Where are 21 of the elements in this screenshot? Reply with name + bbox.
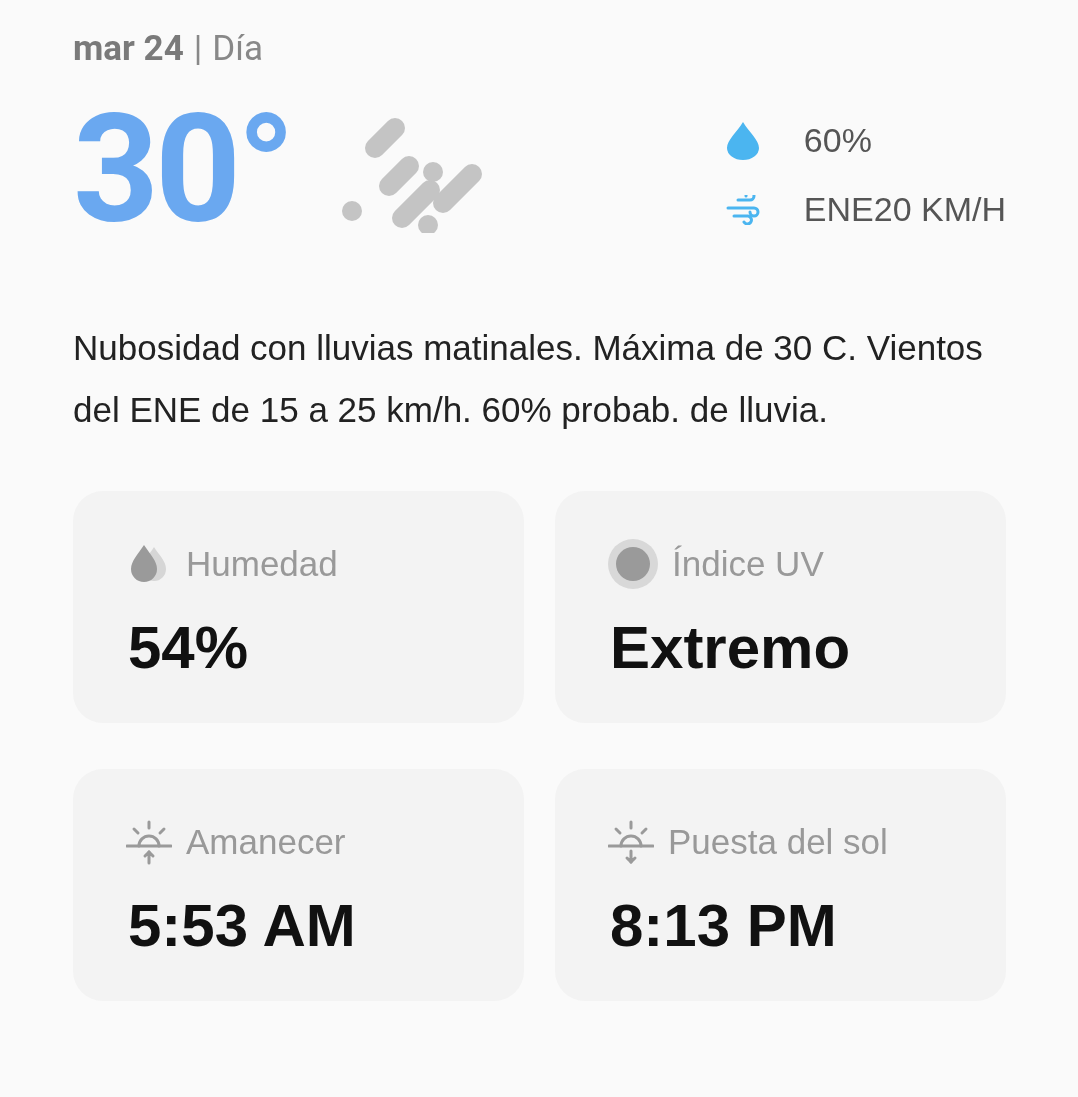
temperature: 30° [73, 95, 292, 245]
card-label: Índice UV [672, 544, 824, 584]
card-value: 54% [128, 613, 250, 682]
sunset-icon [608, 819, 654, 865]
rain-icon [341, 117, 482, 233]
separator: | [193, 28, 203, 69]
card-label: Humedad [186, 544, 338, 584]
sunrise-icon [126, 819, 172, 865]
forecast-description: Nubosidad con lluvias matinales. Máxima de 30 C. Vientos del ENE de 15 a 25 km/h. 60% probab. de lluvia. [73, 327, 984, 431]
period-label: Día [212, 28, 263, 69]
card-value: 8:13 PM [610, 891, 838, 960]
date-label: mar 24 [73, 28, 184, 69]
wind-icon [725, 194, 760, 225]
wind-value: ENE20 KM/H [803, 190, 1006, 229]
card-label: Puesta del sol [668, 822, 888, 862]
card-value: Extremo [610, 613, 852, 682]
raindrop-icon [725, 121, 760, 160]
precipitation-value: 60% [803, 121, 872, 160]
sun-disc-icon [608, 539, 658, 589]
card-value: 5:53 AM [128, 891, 357, 960]
card-label: Amanecer [186, 822, 346, 862]
